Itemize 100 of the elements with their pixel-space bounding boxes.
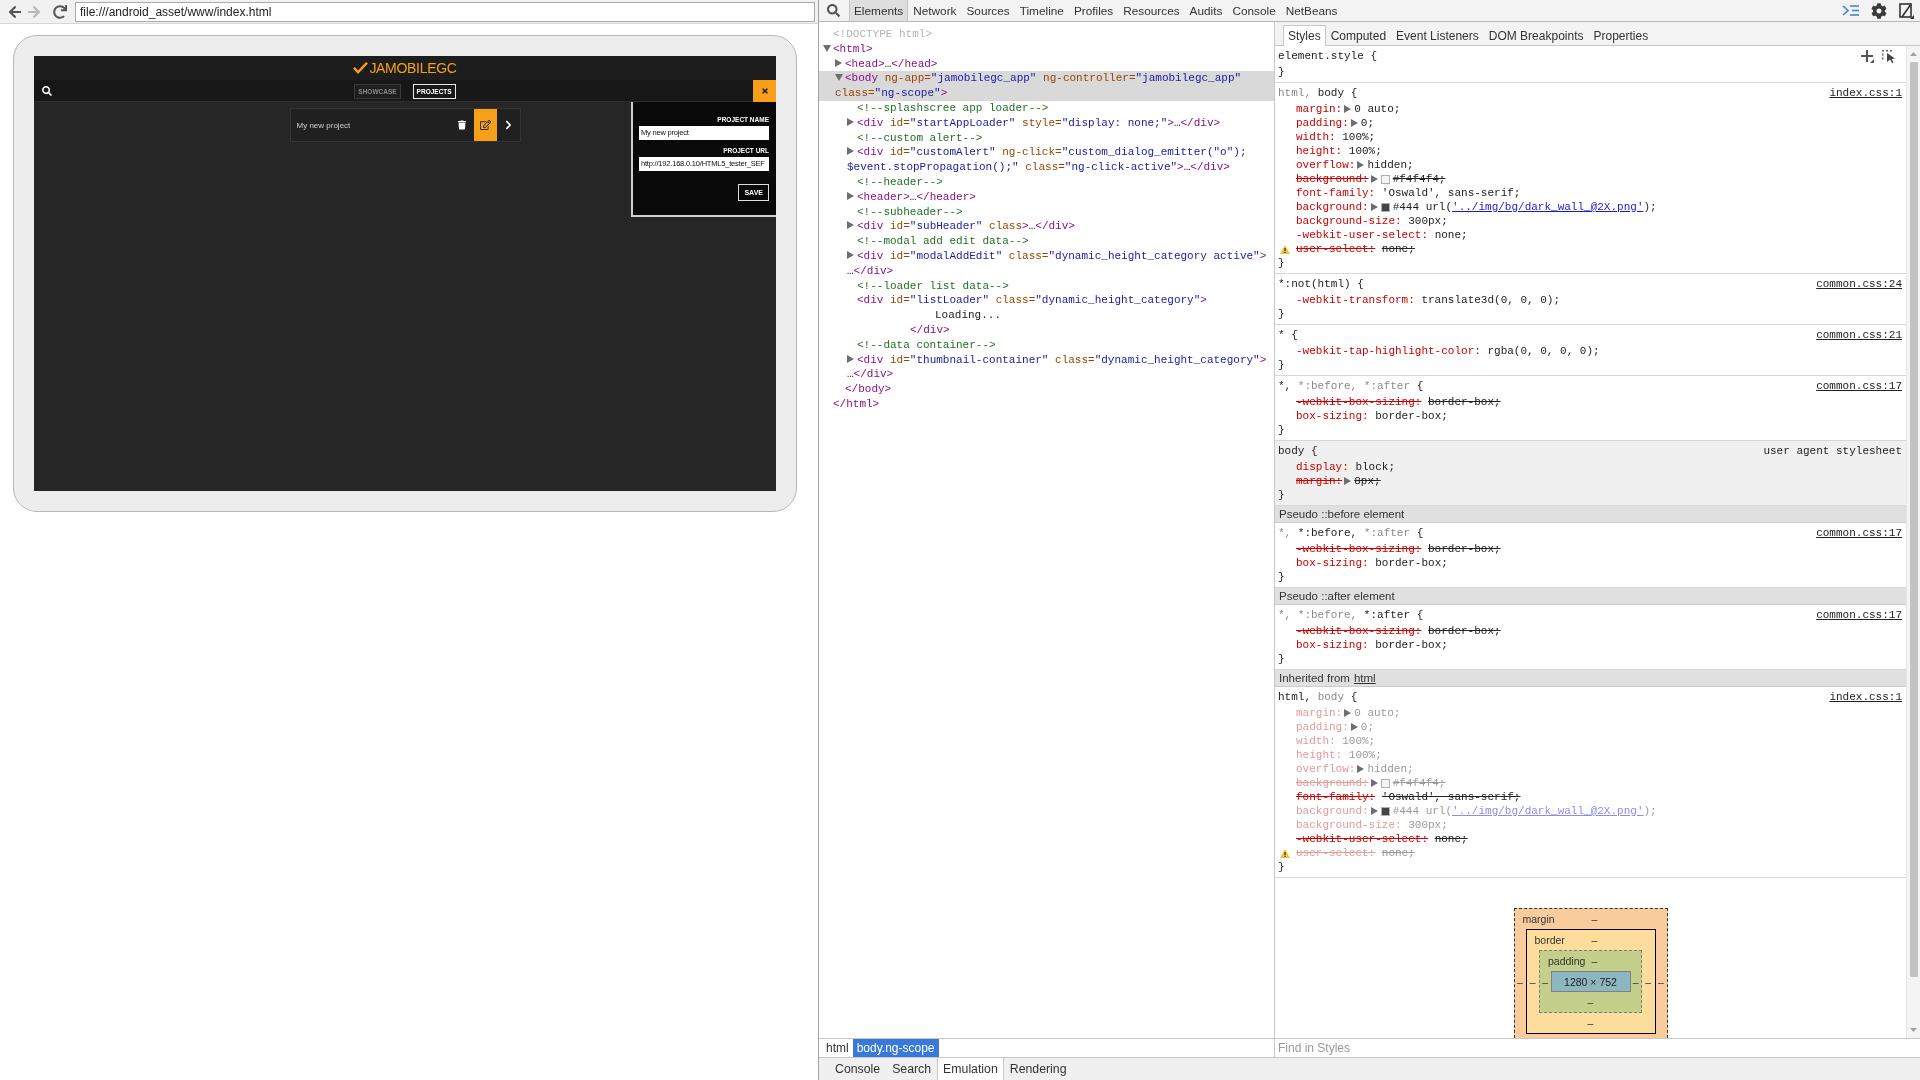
property-name[interactable]: width: — [1296, 130, 1336, 144]
arrow-left-icon[interactable] — [8, 4, 22, 19]
panel-tab[interactable]: Audits — [1184, 0, 1228, 21]
property-name[interactable]: -webkit-box-sizing: — [1296, 624, 1422, 638]
source-link[interactable]: common.css:17 — [1816, 526, 1902, 540]
property-name[interactable]: height: — [1296, 144, 1343, 158]
color-swatch-icon[interactable] — [1380, 174, 1390, 184]
sidebar-tab[interactable]: Computed — [1325, 25, 1392, 46]
property-value[interactable]: hidden; — [1367, 158, 1414, 172]
property-name[interactable]: background-size: — [1296, 214, 1402, 228]
comment-node[interactable]: <!--loader list data--> — [847, 278, 1009, 294]
project-row[interactable]: My new project — [289, 108, 521, 142]
property-value[interactable]: 100%; — [1348, 144, 1382, 158]
property-value[interactable]: rgba(0, 0, 0, 0); — [1487, 344, 1600, 358]
source-link[interactable]: index.css:1 — [1829, 690, 1902, 704]
color-swatch-icon[interactable] — [1380, 202, 1390, 212]
property-value[interactable]: border-box; — [1428, 624, 1501, 638]
property-name[interactable]: -webkit-user-select: — [1296, 832, 1429, 846]
drawer-tab[interactable]: Console — [829, 1058, 887, 1080]
chevron-right-icon[interactable] — [504, 120, 512, 130]
property-value[interactable]: 'Oswald', sans-serif; — [1381, 186, 1521, 200]
triangle-down-icon[interactable] — [835, 74, 843, 82]
search-icon[interactable] — [827, 4, 840, 17]
comment-node[interactable]: <!--modal add edit data--> — [847, 234, 1029, 249]
element-node[interactable]: <div id="thumbnail-container" class="dynamic_height_category"> …</div> — [847, 352, 1274, 383]
source-link[interactable]: common.css:17 — [1816, 608, 1902, 622]
close-button[interactable] — [753, 80, 776, 102]
element-link[interactable]: html — [1353, 672, 1376, 684]
element-node[interactable]: <div id="subHeader" class>…</div> — [847, 219, 1075, 235]
property-value[interactable]: border-box; — [1375, 638, 1448, 652]
address-field[interactable]: file:///android_asset/www/index.html — [75, 1, 815, 22]
triangle-right-icon[interactable] — [835, 58, 842, 67]
property-value[interactable]: 300px; — [1408, 214, 1448, 228]
scrollbar-thumb[interactable] — [1909, 62, 1918, 977]
triangle-right-icon[interactable] — [1344, 709, 1352, 717]
cursor-box-icon[interactable] — [1882, 49, 1896, 63]
property-value[interactable]: block; — [1355, 460, 1395, 474]
triangle-right-icon[interactable] — [1370, 779, 1378, 787]
triangle-right-icon[interactable] — [1370, 203, 1378, 211]
property-name[interactable]: box-sizing: — [1296, 409, 1369, 423]
triangle-right-icon[interactable] — [1370, 807, 1378, 815]
source-link[interactable]: index.css:1 — [1829, 86, 1902, 100]
triangle-right-icon[interactable] — [847, 354, 854, 363]
property-name[interactable]: background: — [1296, 200, 1369, 214]
property-name[interactable]: user-select: — [1296, 242, 1376, 256]
comment-node[interactable]: <!--data container--> — [847, 337, 996, 353]
property-value[interactable]: border-box; — [1428, 542, 1501, 556]
sidebar-tab[interactable]: Properties — [1588, 25, 1654, 46]
settings-icon[interactable] — [1871, 2, 1887, 19]
property-name[interactable]: margin: — [1296, 474, 1343, 488]
scrollbar[interactable] — [1906, 46, 1920, 1038]
circular-arrow-icon[interactable] — [53, 4, 67, 19]
property-value[interactable]: border-box; — [1428, 395, 1501, 409]
property-value[interactable]: none; — [1381, 242, 1415, 256]
comment-node[interactable]: <!--splashscree app loader--> — [847, 101, 1049, 116]
property-value[interactable]: #f4f4f4; — [1392, 172, 1446, 186]
panel-tab[interactable]: Profiles — [1068, 0, 1119, 21]
property-value[interactable]: #444 url('../img/bg/dark_wall_@2X.png'); — [1392, 200, 1657, 214]
drawer-tab[interactable]: Emulation — [937, 1058, 1004, 1080]
triangle-right-icon[interactable] — [1357, 765, 1365, 773]
source-link[interactable]: common.css:17 — [1816, 379, 1902, 393]
triangle-right-icon[interactable] — [1344, 477, 1352, 485]
property-value[interactable]: 0 auto; — [1354, 102, 1401, 116]
element-node[interactable]: <header>…</header> — [847, 189, 976, 205]
sidebar-tab[interactable]: Event Listeners — [1391, 25, 1484, 46]
comment-node[interactable]: <!--header--> — [847, 174, 943, 190]
element-node[interactable]: <div id="listLoader" class="dynamic_height_category"> — [847, 293, 1207, 309]
triangle-right-icon[interactable] — [1350, 119, 1358, 127]
property-value[interactable]: 0; — [1360, 116, 1374, 130]
property-name[interactable]: background: — [1296, 172, 1369, 186]
property-name[interactable]: margin: — [1296, 102, 1343, 116]
property-value[interactable]: border-box; — [1375, 409, 1448, 423]
panel-tab[interactable]: Network — [908, 0, 962, 21]
property-name[interactable]: -webkit-box-sizing: — [1296, 395, 1422, 409]
triangle-right-icon[interactable] — [847, 191, 854, 200]
breadcrumb[interactable]: html — [822, 1039, 853, 1057]
chevron-lines-icon[interactable] — [1842, 4, 1859, 17]
panel-tab[interactable]: Console — [1227, 0, 1281, 21]
triangle-down-icon[interactable] — [823, 44, 831, 52]
property-name[interactable]: overflow: — [1296, 158, 1356, 172]
property-name[interactable]: -webkit-user-select: — [1296, 228, 1429, 242]
element-node[interactable]: <div id="startAppLoader" style="display: none;">…</div> — [847, 115, 1221, 131]
element-node[interactable]: <div id="customAlert" ng-click="custom_dialog_emitter("o"); $event.stopPropagation();" class="ng-click-active">…</div> — [847, 145, 1274, 175]
property-value[interactable]: none; — [1434, 228, 1468, 242]
source-link[interactable]: common.css:21 — [1816, 328, 1902, 342]
triangle-right-icon[interactable] — [1344, 105, 1352, 113]
element-node[interactable]: <head>…</head> — [835, 56, 938, 72]
panel-tab[interactable]: Sources — [961, 0, 1015, 21]
property-value[interactable]: none; — [1434, 832, 1468, 846]
property-name[interactable]: box-sizing: — [1296, 556, 1369, 570]
property-name[interactable]: -webkit-box-sizing: — [1296, 542, 1422, 556]
property-name[interactable]: -webkit-transform: — [1296, 293, 1415, 307]
search-icon[interactable] — [42, 86, 52, 96]
triangle-right-icon[interactable] — [847, 117, 854, 126]
property-value[interactable]: translate3d(0, 0, 0); — [1421, 293, 1561, 307]
edit-button[interactable] — [473, 109, 497, 141]
comment-node[interactable]: <!--subheader--> — [847, 204, 963, 220]
property-name[interactable]: padding: — [1296, 116, 1349, 130]
text-node[interactable]: Loading... — [925, 308, 1001, 323]
color-swatch-icon[interactable] — [1380, 778, 1390, 788]
